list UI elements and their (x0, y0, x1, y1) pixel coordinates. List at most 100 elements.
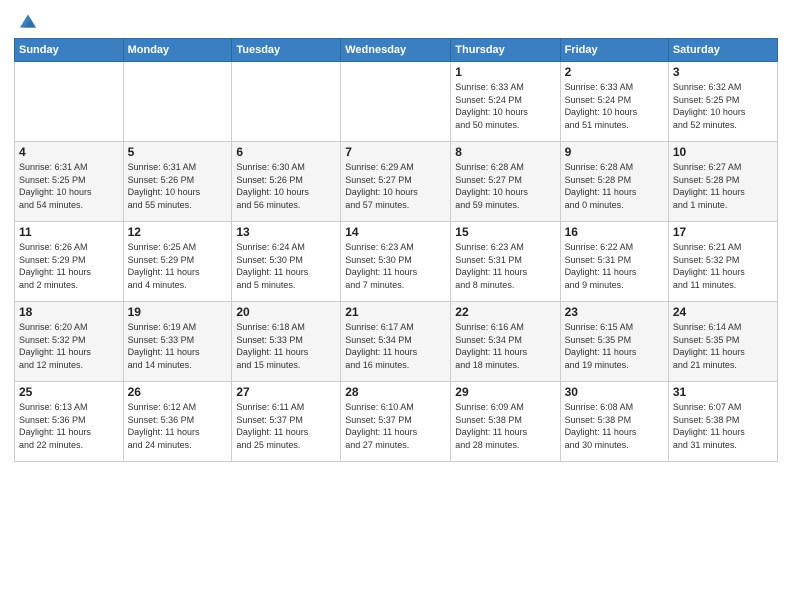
sunset-text: Sunset: 5:30 PM (236, 255, 303, 265)
calendar-cell: 2Sunrise: 6:33 AMSunset: 5:24 PMDaylight… (560, 62, 668, 142)
day-info: Sunrise: 6:16 AMSunset: 5:34 PMDaylight:… (455, 321, 555, 371)
calendar-cell: 23 Sunrise: 6:15 AMSunset: 5:35 PMDayligh… (560, 302, 668, 382)
day-info: Sunrise: 6:23 AMSunset: 5:30 PMDaylight:… (345, 241, 446, 291)
daylight-text: and 21 minutes. (673, 360, 737, 370)
sunrise-text: Sunrise: 6:22 AM (565, 242, 634, 252)
sunrise-text: Sunrise: 6:33 AM (565, 82, 634, 92)
day-number: 21 (345, 305, 446, 319)
day-info: Sunrise: 6:15 AMSunset: 5:35 PMDaylight:… (565, 321, 664, 371)
sunrise-text: Sunrise: 6:21 AM (673, 242, 742, 252)
day-number: 7 (345, 145, 446, 159)
day-info: Sunrise: 6:22 AMSunset: 5:31 PMDaylight:… (565, 241, 664, 291)
sunrise-text: Sunrise: 6:17 AM (345, 322, 414, 332)
sunrise-text: Sunrise: 6:13 AM (19, 402, 88, 412)
calendar-cell (123, 62, 232, 142)
day-number: 24 (673, 305, 773, 319)
calendar-header-row: SundayMondayTuesdayWednesdayThursdayFrid… (15, 39, 778, 62)
day-number: 20 (236, 305, 336, 319)
day-number: 8 (455, 145, 555, 159)
daylight-text: and 31 minutes. (673, 440, 737, 450)
daylight-text: Daylight: 11 hours (128, 347, 200, 357)
sunset-text: Sunset: 5:34 PM (455, 335, 522, 345)
sunrise-text: Sunrise: 6:19 AM (128, 322, 197, 332)
daylight-text: Daylight: 10 hours (19, 187, 92, 197)
sunrise-text: Sunrise: 6:27 AM (673, 162, 742, 172)
day-number: 23 (565, 305, 664, 319)
daylight-text: Daylight: 11 hours (345, 267, 417, 277)
calendar-cell: 15 Sunrise: 6:23 AMSunset: 5:31 PMDayligh… (451, 222, 560, 302)
sunset-text: Sunset: 5:32 PM (673, 255, 740, 265)
sunset-text: Sunset: 5:28 PM (565, 175, 632, 185)
sunrise-text: Sunrise: 6:26 AM (19, 242, 88, 252)
calendar-cell: 20Sunrise: 6:18 AMSunset: 5:33 PMDayligh… (232, 302, 341, 382)
sunset-text: Sunset: 5:30 PM (345, 255, 412, 265)
logo-icon (17, 10, 39, 32)
daylight-text: Daylight: 10 hours (455, 187, 528, 197)
calendar-cell: 8Sunrise: 6:28 AMSunset: 5:27 PMDaylight… (451, 142, 560, 222)
sunrise-text: Sunrise: 6:30 AM (236, 162, 305, 172)
daylight-text: and 14 minutes. (128, 360, 192, 370)
sunrise-text: Sunrise: 6:31 AM (19, 162, 88, 172)
sunrise-text: Sunrise: 6:07 AM (673, 402, 742, 412)
sunrise-text: Sunrise: 6:18 AM (236, 322, 305, 332)
sunset-text: Sunset: 5:27 PM (455, 175, 522, 185)
daylight-text: and 1 minute. (673, 200, 728, 210)
daylight-text: and 22 minutes. (19, 440, 83, 450)
day-number: 25 (19, 385, 119, 399)
day-info: Sunrise: 6:21 AM Sunset: 5:32 PM Daylight:… (673, 241, 773, 291)
day-info: Sunrise: 6:13 AMSunset: 5:36 PMDaylight:… (19, 401, 119, 451)
calendar-week-4: 18Sunrise: 6:20 AMSunset: 5:32 PMDayligh… (15, 302, 778, 382)
sunset-text: Sunset: 5:35 PM (673, 335, 740, 345)
daylight-text: Daylight: 11 hours (673, 267, 745, 277)
sunrise-text: Sunrise: 6:28 AM (565, 162, 634, 172)
col-header-monday: Monday (123, 39, 232, 62)
calendar-cell: 31 Sunrise: 6:07 AMSunset: 5:38 PMDayligh… (668, 382, 777, 462)
calendar-cell: 6Sunrise: 6:30 AMSunset: 5:26 PMDaylight… (232, 142, 341, 222)
day-info: Sunrise: 6:12 AMSunset: 5:36 PMDaylight:… (128, 401, 228, 451)
col-header-sunday: Sunday (15, 39, 124, 62)
day-number: 18 (19, 305, 119, 319)
page: SundayMondayTuesdayWednesdayThursdayFrid… (0, 0, 792, 612)
sunrise-text: Sunrise: 6:11 AM (236, 402, 304, 412)
day-number: 9 (565, 145, 664, 159)
day-number: 4 (19, 145, 119, 159)
daylight-text: Daylight: 10 hours (236, 187, 309, 197)
daylight-text: and 0 minutes. (565, 200, 624, 210)
daylight-text: Daylight: 11 hours (673, 347, 745, 357)
sunset-text: Sunset: 5:31 PM (565, 255, 632, 265)
daylight-text: and 18 minutes. (455, 360, 519, 370)
calendar-table: SundayMondayTuesdayWednesdayThursdayFrid… (14, 38, 778, 462)
sunset-text: Sunset: 5:37 PM (345, 415, 412, 425)
sunset-text: Sunset: 5:24 PM (455, 95, 522, 105)
sunset-text: Sunset: 5:25 PM (673, 95, 740, 105)
calendar-week-5: 25 Sunrise: 6:13 AMSunset: 5:36 PMDayligh… (15, 382, 778, 462)
daylight-text: and 7 minutes. (345, 280, 404, 290)
day-info: Sunrise: 6:07 AMSunset: 5:38 PMDaylight:… (673, 401, 773, 451)
day-info: Sunrise: 6:32 AMSunset: 5:25 PMDaylight:… (673, 81, 773, 131)
day-info: Sunrise: 6:17 AMSunset: 5:34 PMDaylight:… (345, 321, 446, 371)
day-number: 6 (236, 145, 336, 159)
day-info: Sunrise: 6:19 AMSunset: 5:33 PMDaylight:… (128, 321, 228, 371)
daylight-text: and 4 minutes. (128, 280, 187, 290)
daylight-text: and 56 minutes. (236, 200, 300, 210)
calendar-cell: 24Sunrise: 6:14 AMSunset: 5:35 PMDayligh… (668, 302, 777, 382)
calendar-cell: 3Sunrise: 6:32 AMSunset: 5:25 PMDaylight… (668, 62, 777, 142)
calendar-cell: 13Sunrise: 6:24 AMSunset: 5:30 PMDayligh… (232, 222, 341, 302)
calendar-cell: 18Sunrise: 6:20 AMSunset: 5:32 PMDayligh… (15, 302, 124, 382)
day-info: Sunrise: 6:33 AMSunset: 5:24 PMDaylight:… (455, 81, 555, 131)
day-number: 31 (673, 385, 773, 399)
daylight-text: and 25 minutes. (236, 440, 300, 450)
daylight-text: and 15 minutes. (236, 360, 300, 370)
sunrise-text: Sunrise: 6:29 AM (345, 162, 414, 172)
sunrise-text: Sunrise: 6:08 AM (565, 402, 634, 412)
calendar-cell (341, 62, 451, 142)
daylight-text: Daylight: 10 hours (345, 187, 418, 197)
calendar-cell: 10Sunrise: 6:27 AMSunset: 5:28 PMDayligh… (668, 142, 777, 222)
day-number: 15 (455, 225, 555, 239)
day-number: 12 (128, 225, 228, 239)
calendar-cell (15, 62, 124, 142)
daylight-text: and 59 minutes. (455, 200, 519, 210)
daylight-text: Daylight: 11 hours (565, 347, 637, 357)
sunset-text: Sunset: 5:25 PM (19, 175, 86, 185)
day-info: Sunrise: 6:23 AMSunset: 5:31 PMDaylight:… (455, 241, 555, 291)
